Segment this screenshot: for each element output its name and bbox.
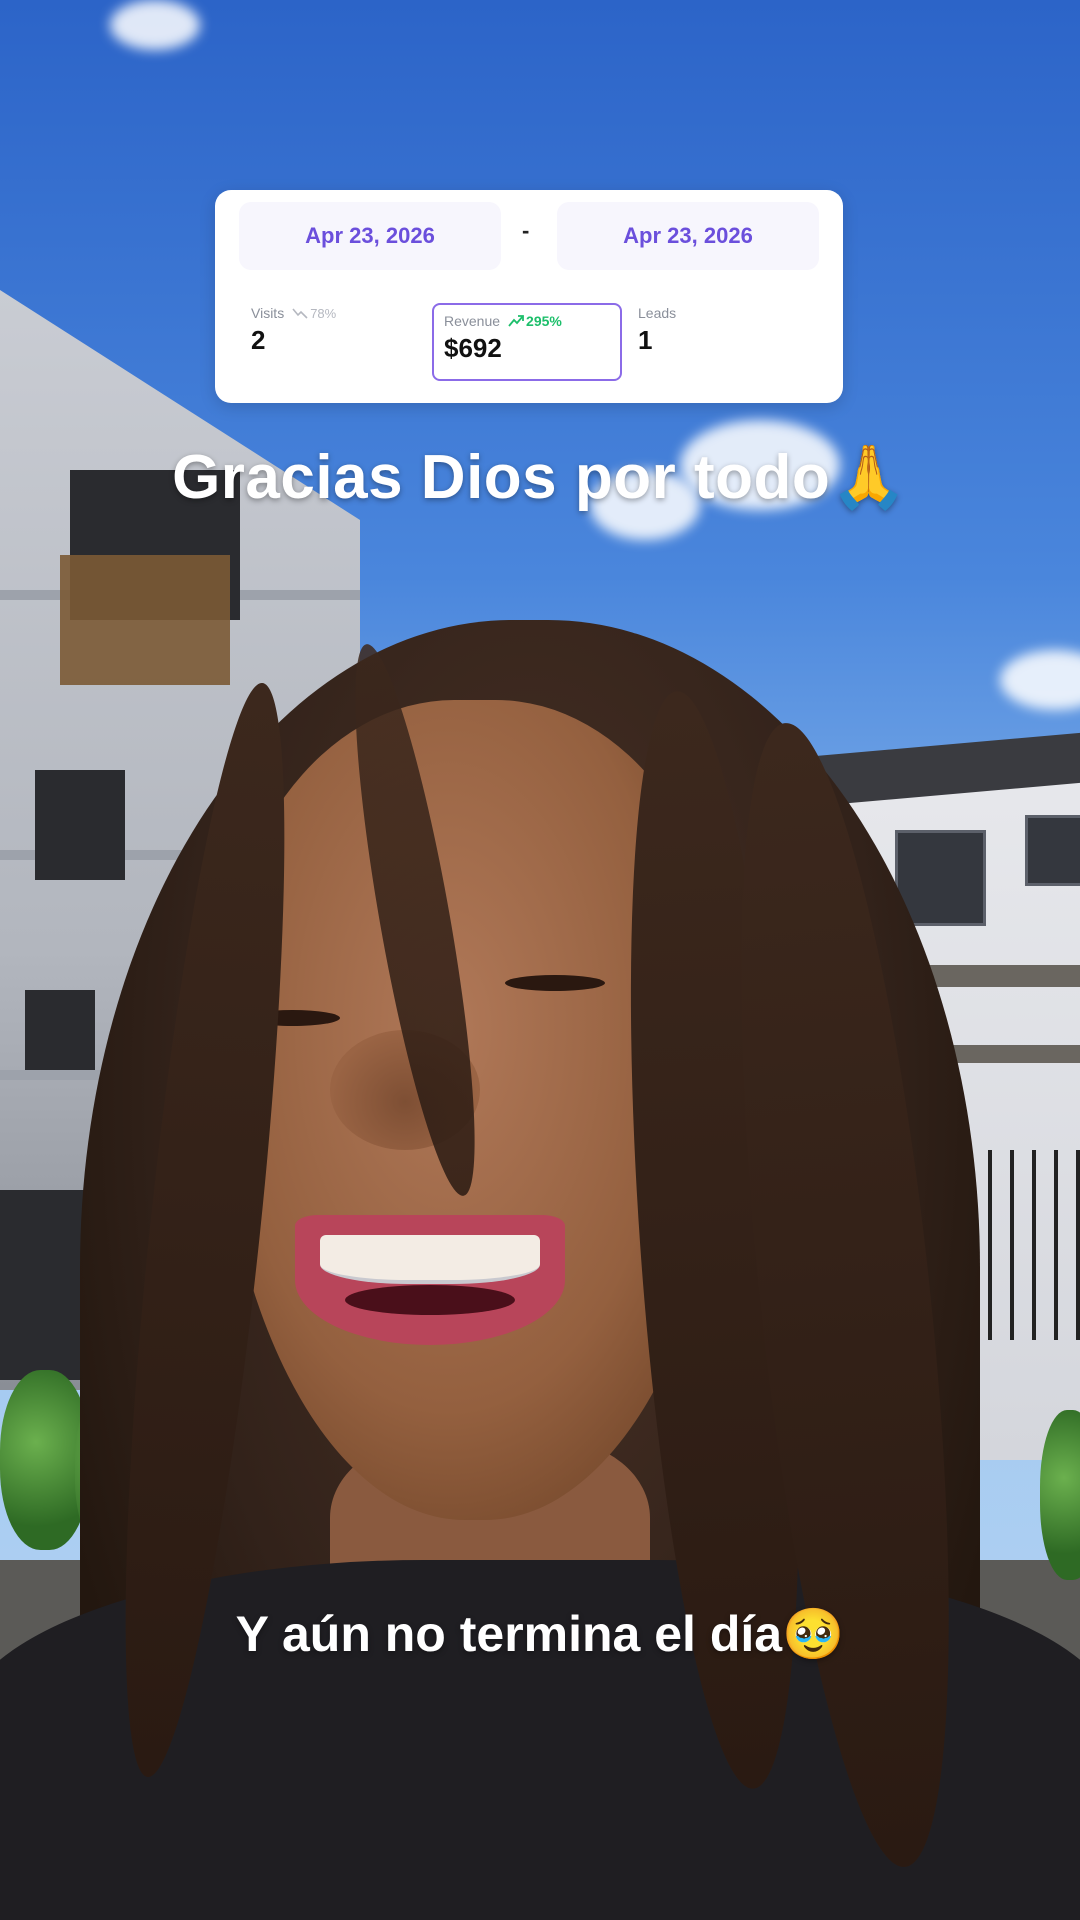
balcony-railing [60, 555, 230, 685]
metric-leads-value: 1 [638, 325, 653, 355]
mouth-interior [345, 1285, 515, 1315]
date-start-picker[interactable]: Apr 23, 2026 [239, 202, 501, 270]
date-start-label: Apr 23, 2026 [305, 223, 435, 248]
teary-face-icon: 🥹 [782, 1605, 845, 1663]
metric-visits-delta: 78% [292, 306, 336, 321]
balcony [25, 990, 95, 1070]
date-end-picker[interactable]: Apr 23, 2026 [557, 202, 819, 270]
caption-bottom-text: Y aún no termina el día [235, 1606, 783, 1662]
stats-card: Apr 23, 2026 - Apr 23, 2026 Visits 78% 2… [215, 190, 843, 403]
date-separator: - [522, 218, 530, 243]
praying-hands-icon: 🙏 [830, 440, 908, 513]
eye [505, 975, 605, 991]
metric-visits-delta-value: 78% [310, 305, 337, 321]
metric-revenue-delta-value: 295% [526, 313, 562, 329]
trend-up-icon [508, 315, 524, 327]
metric-visits[interactable]: Visits 78% 2 [251, 305, 441, 383]
metric-revenue-label: Revenue [444, 313, 501, 329]
window [1025, 815, 1080, 886]
caption-bottom: Y aún no termina el día🥹 [0, 1605, 1080, 1664]
metric-leads-label: Leads [638, 305, 677, 321]
teeth [320, 1235, 540, 1284]
metric-revenue[interactable]: Revenue 295% $692 [432, 303, 622, 381]
caption-top: Gracias Dios por todo🙏 [0, 440, 1080, 514]
cloud [110, 0, 200, 50]
metric-visits-value: 2 [251, 325, 266, 355]
shrub [1040, 1410, 1080, 1580]
trend-down-icon [292, 308, 308, 319]
metric-visits-label: Visits [251, 305, 285, 321]
metric-revenue-delta: 295% [508, 313, 562, 329]
metric-revenue-value: $692 [444, 333, 502, 363]
balcony [35, 770, 125, 880]
caption-top-text: Gracias Dios por todo [172, 443, 831, 512]
metric-leads[interactable]: Leads 1 [638, 305, 828, 383]
date-end-label: Apr 23, 2026 [623, 223, 753, 248]
